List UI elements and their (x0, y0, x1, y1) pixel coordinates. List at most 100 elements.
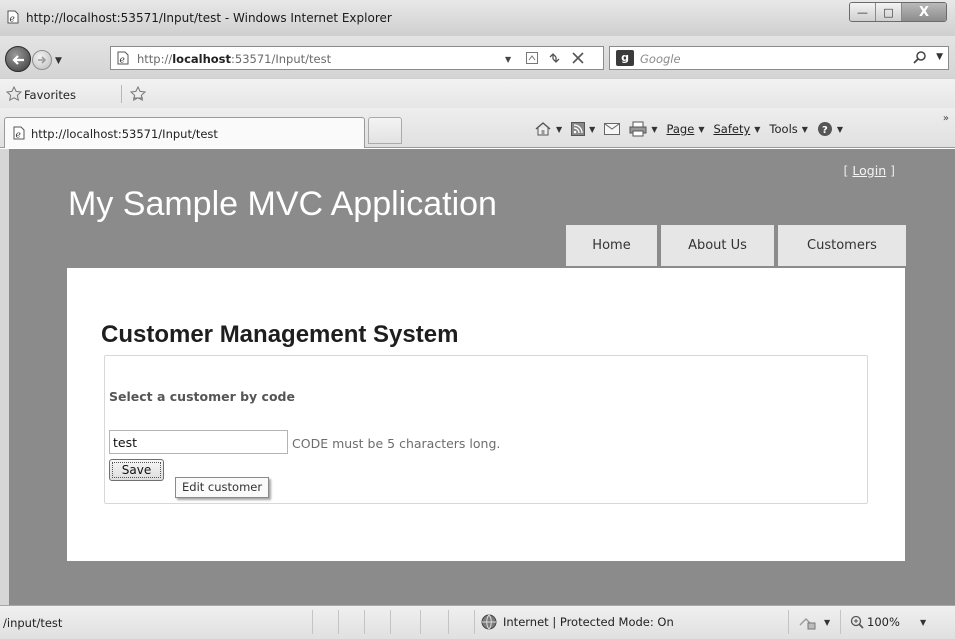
customer-form: Select a customer by code CODE must be 5… (104, 355, 868, 504)
tab-active[interactable]: e http://localhost:53571/Input/test (4, 117, 365, 148)
status-divider (840, 610, 841, 634)
window-title-bar: e http://localhost:53571/Input/test - Wi… (0, 0, 955, 36)
site-title: My Sample MVC Application (68, 185, 497, 223)
compatibility-view-icon[interactable] (525, 51, 539, 65)
search-icon[interactable] (912, 50, 928, 66)
status-bar: /input/test Internet | Protected Mode: O… (0, 605, 955, 639)
address-url: http://localhost:53571/Input/test (137, 52, 332, 66)
history-dropdown-icon[interactable]: ▼ (55, 56, 62, 66)
chevron-down-icon[interactable]: ▼ (556, 125, 562, 134)
menu-item-home[interactable]: Home (566, 225, 657, 266)
ie-page-icon: e (13, 126, 25, 141)
tools-menu[interactable]: Tools ▼ (769, 122, 808, 136)
print-icon (629, 121, 647, 137)
status-divider (338, 610, 339, 634)
status-divider (312, 610, 313, 634)
safety-menu[interactable]: Safety ▼ (713, 122, 760, 136)
command-bar: ▼ ▼ ▼ Page ▼ Safety ▼ Tools ▼ ? ▼ (534, 119, 852, 139)
new-tab-button[interactable] (368, 117, 402, 144)
zoom-level: 100% (867, 615, 900, 629)
save-tooltip: Edit customer (175, 477, 270, 498)
maximize-icon: □ (883, 5, 894, 19)
ie-page-icon: e (7, 10, 19, 25)
tab-label: http://localhost:53571/Input/test (31, 127, 218, 141)
menu-item-about-us[interactable]: About Us (661, 225, 774, 266)
chevron-down-icon[interactable]: ▼ (824, 618, 830, 627)
close-button[interactable]: X (902, 3, 946, 21)
login-link[interactable]: Login (852, 163, 886, 178)
chevron-down-icon[interactable]: ▼ (589, 125, 595, 134)
save-button[interactable]: Save (109, 459, 164, 481)
refresh-icon[interactable] (547, 51, 563, 65)
chevron-down-icon: ▼ (836, 124, 844, 134)
svg-text:?: ? (822, 125, 828, 136)
favorites-star-icon[interactable] (6, 86, 22, 102)
zoom-control[interactable]: 100% (850, 615, 900, 629)
validation-message: CODE must be 5 characters long. (292, 436, 501, 451)
address-bar[interactable]: e http://localhost:53571/Input/test ▼ (110, 46, 604, 70)
home-icon (535, 122, 551, 136)
add-favorites-icon[interactable] (130, 86, 148, 102)
feeds-icon (571, 122, 586, 136)
back-button[interactable] (5, 46, 31, 72)
chevron-down-icon: ▼ (754, 124, 761, 134)
chevron-down-icon[interactable]: ▼ (920, 618, 926, 627)
page-heading: Customer Management System (101, 321, 459, 348)
feeds-button[interactable]: ▼ (571, 122, 595, 136)
home-button[interactable]: ▼ (534, 121, 562, 137)
forward-icon (38, 56, 47, 64)
status-divider (390, 610, 391, 634)
status-url: /input/test (3, 616, 63, 630)
customer-code-input[interactable] (109, 430, 288, 454)
search-box[interactable]: g Google ▼ (609, 46, 949, 70)
main-menu: Home About Us Customers (566, 225, 906, 266)
help-icon: ? (817, 122, 832, 136)
window-title: http://localhost:53571/Input/test - Wind… (26, 11, 392, 25)
protected-mode-icon[interactable] (798, 615, 818, 631)
toolbar-overflow-icon[interactable]: » (943, 113, 949, 124)
minimize-button[interactable]: — (850, 3, 876, 21)
login-display: [ Login ] (843, 163, 895, 178)
security-zone-label: Internet | Protected Mode: On (503, 615, 674, 629)
minimize-icon: — (857, 5, 868, 19)
search-placeholder: Google (640, 52, 681, 66)
search-dropdown-icon[interactable]: ▼ (936, 52, 943, 62)
form-legend: Select a customer by code (109, 389, 295, 404)
favorites-button[interactable]: Favorites (24, 88, 76, 102)
back-icon (12, 55, 24, 65)
stop-icon[interactable] (571, 51, 585, 65)
security-zone[interactable]: Internet | Protected Mode: On (481, 614, 674, 630)
svg-text:e: e (10, 15, 15, 25)
svg-text:e: e (16, 131, 21, 141)
menu-item-customers[interactable]: Customers (778, 225, 906, 266)
page-viewport: [ Login ] My Sample MVC Application Home… (0, 149, 955, 605)
status-divider (364, 610, 365, 634)
status-divider (474, 610, 475, 634)
chevron-down-icon[interactable]: ▼ (651, 125, 657, 134)
window-controls: — □ X (849, 2, 947, 22)
main-content: Customer Management System Select a cust… (67, 268, 905, 561)
maximize-button[interactable]: □ (876, 3, 902, 21)
page-menu[interactable]: Page ▼ (666, 122, 704, 136)
chevron-down-icon: ▼ (698, 124, 705, 134)
address-dropdown-icon[interactable]: ▼ (505, 55, 511, 64)
zoom-icon (850, 615, 864, 629)
ie-page-icon: e (117, 51, 129, 66)
forward-button[interactable] (32, 50, 52, 70)
globe-icon (481, 614, 497, 630)
help-button[interactable]: ? ▼ (817, 121, 843, 137)
status-divider (448, 610, 449, 634)
chevron-down-icon: ▼ (801, 124, 808, 134)
mail-icon (604, 123, 621, 135)
viewport-edge (0, 149, 9, 605)
mail-button[interactable] (604, 123, 621, 135)
print-button[interactable]: ▼ (629, 121, 657, 137)
tab-bar: e http://localhost:53571/Input/test ▼ ▼ … (0, 108, 955, 148)
favorites-bar: Favorites (0, 78, 955, 108)
svg-text:e: e (120, 56, 125, 66)
navigation-bar: ▼ e http://localhost:53571/Input/test ▼ … (0, 36, 955, 78)
status-divider (420, 610, 421, 634)
status-divider (788, 610, 789, 634)
search-provider-icon: g (616, 50, 634, 66)
separator (121, 85, 122, 103)
